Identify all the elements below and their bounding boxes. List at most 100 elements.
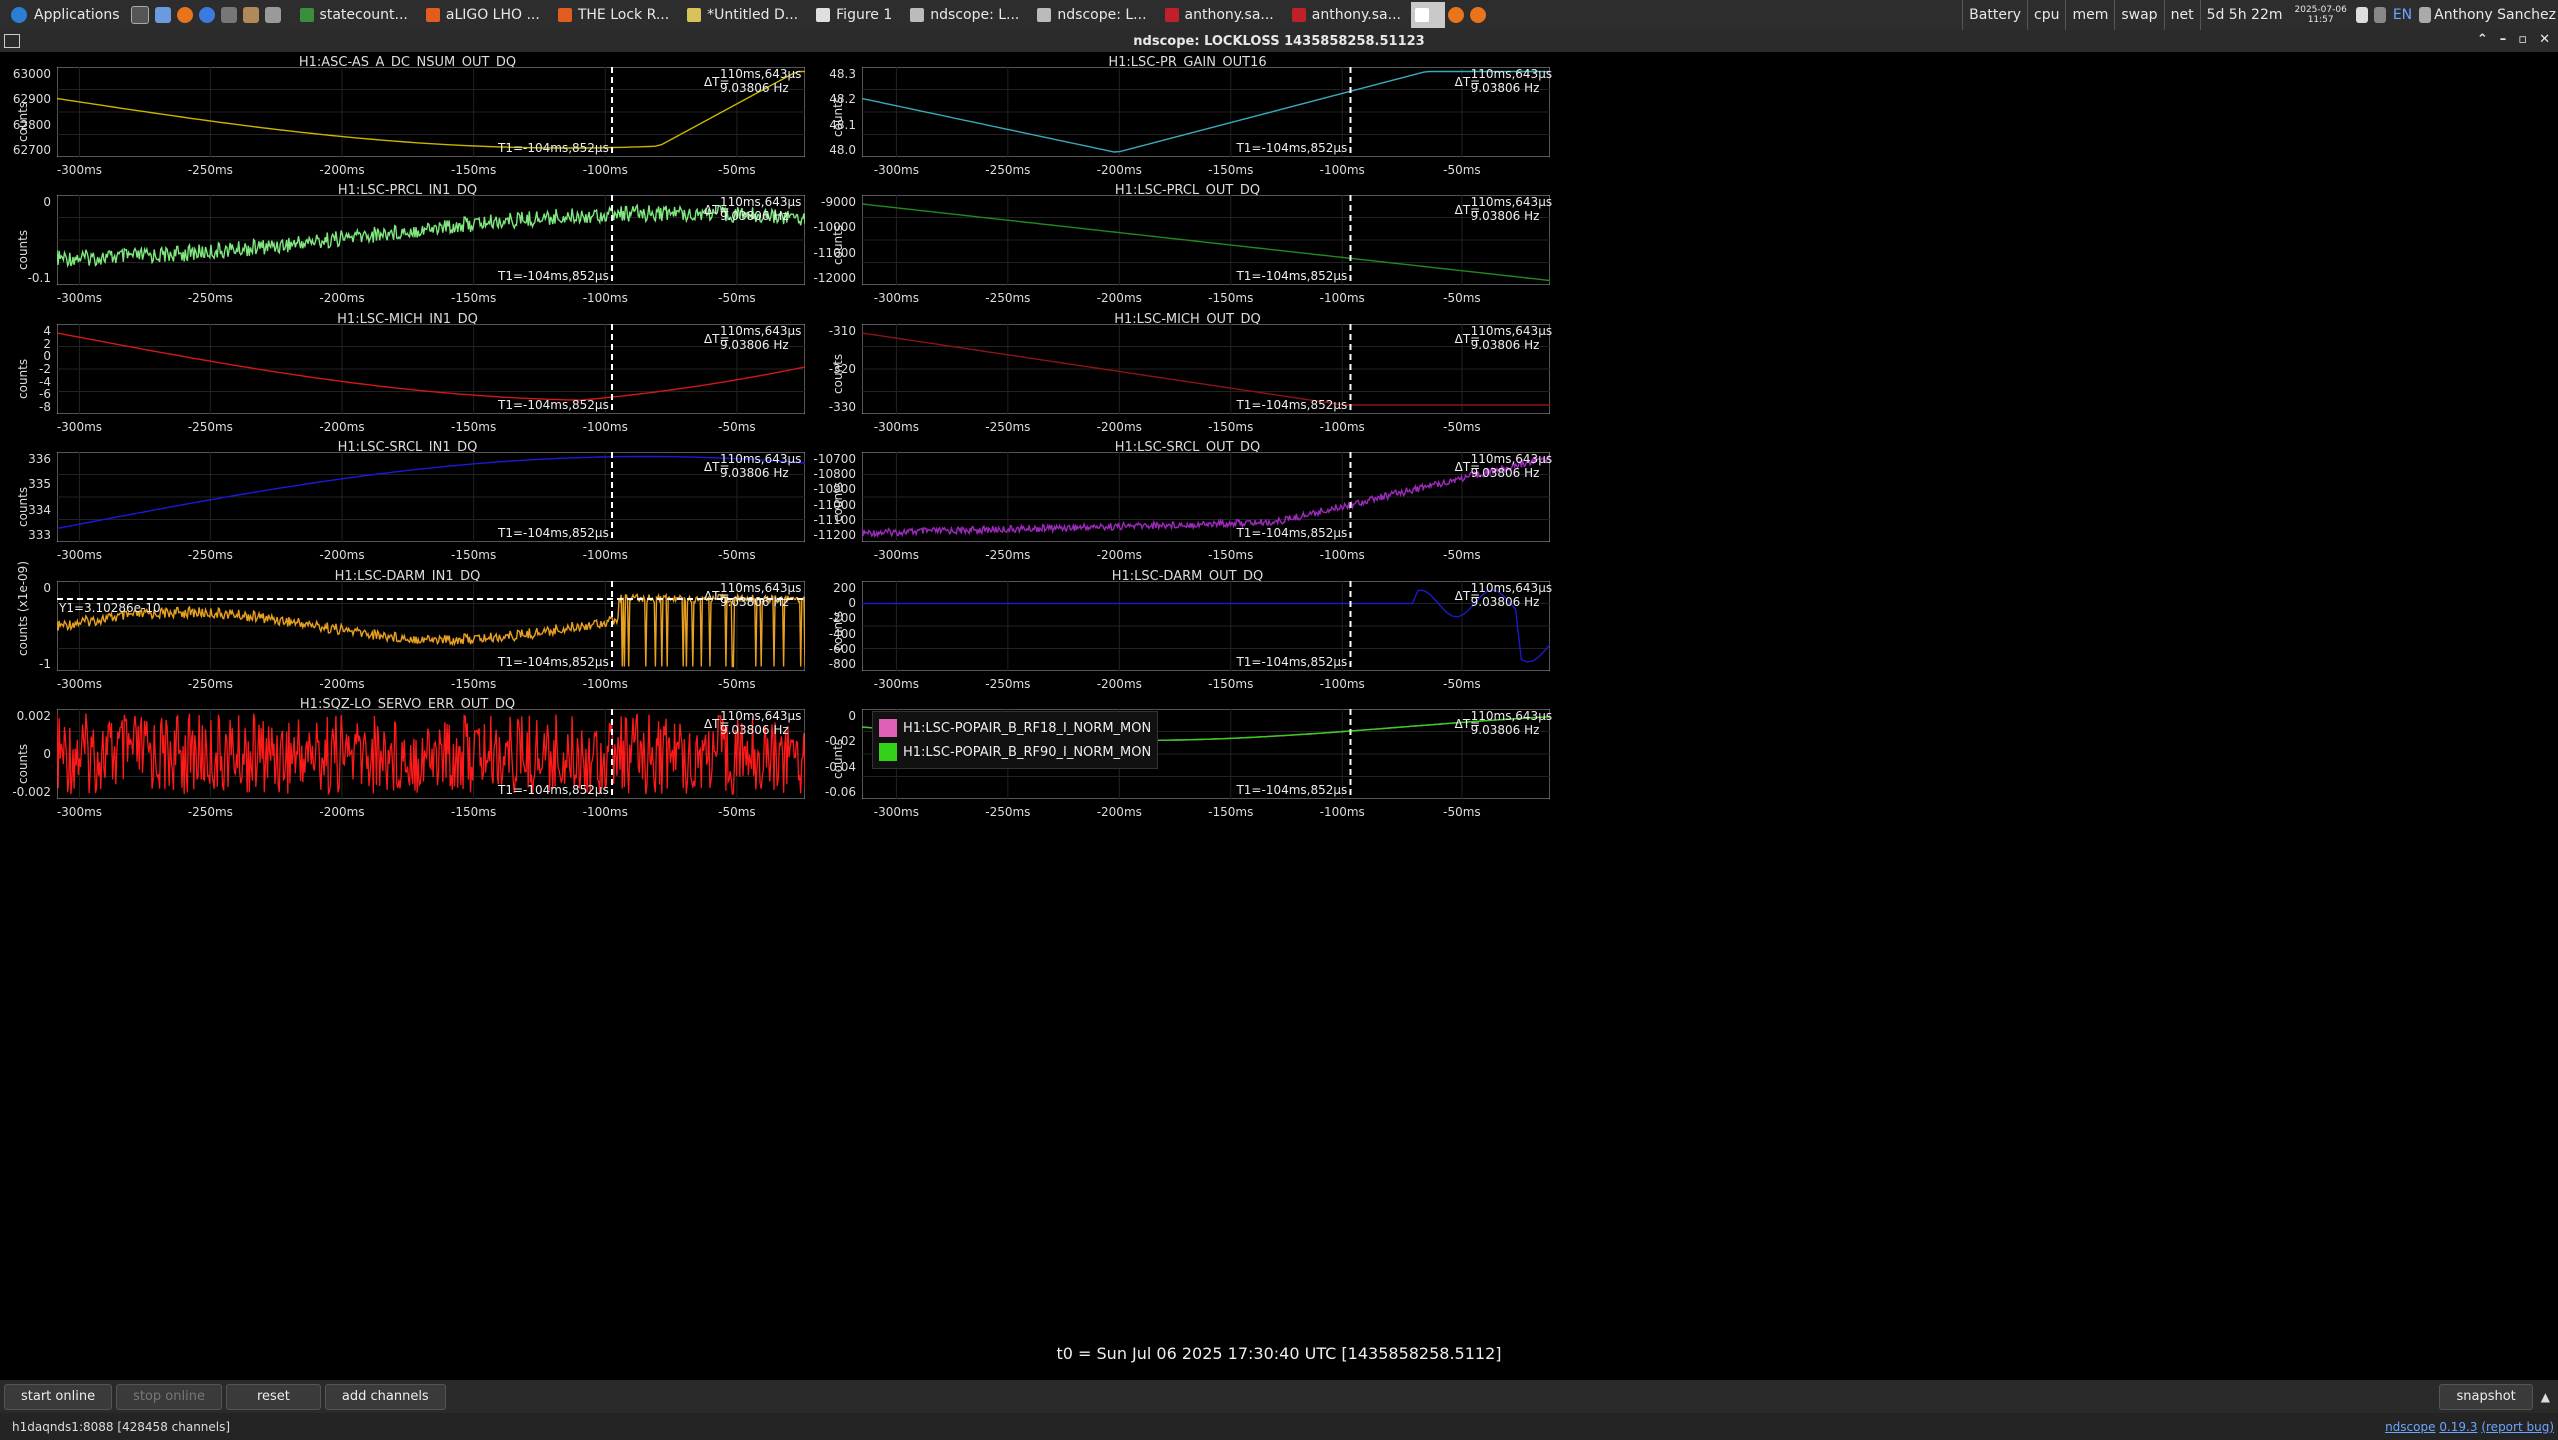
y-tick-label: 0.002 bbox=[16, 709, 51, 724]
snapshot-button[interactable]: snapshot bbox=[2439, 1383, 2533, 1410]
plot-7[interactable]: H1:LSC-SRCL_IN1_DQ counts 336 335 334 333 -300… bbox=[0, 440, 815, 568]
x-tick-label: -100ms bbox=[1319, 163, 1365, 177]
x-tick-label: -200ms bbox=[319, 163, 365, 177]
plot-grid[interactable]: H1:ASC-AS_A_DC_NSUM_OUT_DQ counts 63000 629… bbox=[0, 55, 2558, 1380]
plot-canvas[interactable] bbox=[57, 452, 805, 542]
plot-canvas[interactable] bbox=[57, 581, 805, 671]
clock-time: 11:57 bbox=[2307, 15, 2334, 25]
taskbar-window[interactable]: *Untitled D... bbox=[679, 2, 806, 28]
y-tick-label: 63000 bbox=[12, 67, 51, 82]
firefox-icon[interactable] bbox=[1469, 7, 1486, 23]
taskbar-window[interactable]: anthony.sa... bbox=[1157, 2, 1282, 28]
x-tick-label: -200ms bbox=[1096, 805, 1142, 819]
power-icon[interactable] bbox=[2355, 7, 2368, 23]
cpu-monitor[interactable]: cpu bbox=[2027, 0, 2065, 30]
x-tick-label: -250ms bbox=[985, 805, 1031, 819]
plot-legend[interactable]: H1:LSC-POPAIR_B_RF18_I_NORM_MON H1:LSC-PO… bbox=[872, 711, 1159, 769]
taskbar-window[interactable]: anthony.sa... bbox=[1284, 2, 1409, 28]
ndscope-link[interactable]: ndscope bbox=[2385, 1420, 2435, 1434]
battery-monitor[interactable]: Battery bbox=[1962, 0, 2027, 30]
clock[interactable]: 2025-07-06 11:57 bbox=[2289, 5, 2353, 25]
plot-canvas[interactable] bbox=[862, 324, 1550, 414]
add-channels-button[interactable]: add channels bbox=[324, 1383, 446, 1410]
plot-canvas[interactable] bbox=[57, 709, 805, 799]
y-tick-label: -310 bbox=[828, 324, 856, 339]
window-icon bbox=[557, 8, 572, 22]
terminal-icon[interactable] bbox=[130, 6, 149, 24]
plot-canvas[interactable] bbox=[862, 67, 1550, 157]
x-tick-label: -100ms bbox=[1319, 420, 1365, 434]
legend-label: H1:LSC-POPAIR_B_RF18_I_NORM_MON bbox=[903, 720, 1152, 736]
language-indicator[interactable]: EN bbox=[2389, 7, 2416, 23]
taskbar-window[interactable]: aLIGO LHO ... bbox=[418, 2, 548, 28]
applications-menu[interactable]: Applications bbox=[0, 0, 128, 30]
close-icon[interactable]: ✕ bbox=[2539, 32, 2550, 47]
plot-4[interactable]: H1:LSC-PRCL_OUT_DQ counts -9000 -10000 -1100… bbox=[813, 183, 1560, 311]
plot-11[interactable]: H1:SQZ-LO_SERVO_ERR_OUT_DQ counts 0.002 0 -0… bbox=[0, 697, 815, 827]
tools-icon[interactable] bbox=[242, 7, 259, 23]
plot-3[interactable]: H1:LSC-PRCL_IN1_DQ counts 0 -0.1 -300ms -250m… bbox=[0, 183, 815, 311]
legend-item[interactable]: H1:LSC-POPAIR_B_RF18_I_NORM_MON bbox=[879, 716, 1151, 740]
folder-icon[interactable] bbox=[154, 7, 171, 23]
version-link[interactable]: 0.19.3 bbox=[2439, 1420, 2477, 1434]
taskbar-window[interactable]: ndscope: L... bbox=[1029, 2, 1154, 28]
clock-date: 2025-07-06 bbox=[2294, 5, 2347, 15]
plot-canvas[interactable] bbox=[57, 195, 805, 285]
plot-1[interactable]: H1:ASC-AS_A_DC_NSUM_OUT_DQ counts 63000 629… bbox=[0, 55, 815, 183]
x-tick-label: -50ms bbox=[718, 677, 756, 691]
minimize-icon[interactable]: – bbox=[2500, 32, 2507, 47]
x-tick-label: -150ms bbox=[451, 163, 497, 177]
x-tick-label: -50ms bbox=[718, 548, 756, 562]
y-tick-label: 0 bbox=[848, 596, 856, 611]
t1-label: T1=-104ms,852µs bbox=[1236, 526, 1348, 540]
t1-label: T1=-104ms,852µs bbox=[498, 783, 609, 797]
taskbar-window[interactable]: ndscope: L... bbox=[902, 2, 1027, 28]
x-tick-label: -300ms bbox=[56, 163, 103, 177]
swap-monitor[interactable]: swap bbox=[2114, 0, 2163, 30]
report-bug-link[interactable]: (report bug) bbox=[2481, 1420, 2554, 1434]
window-icon bbox=[1037, 8, 1052, 22]
plot-8[interactable]: H1:LSC-SRCL_OUT_DQ counts -10700 -10800 -109… bbox=[813, 440, 1560, 568]
x-tick-label: -50ms bbox=[718, 291, 756, 305]
mem-monitor[interactable]: mem bbox=[2065, 0, 2114, 30]
firefox-icon[interactable] bbox=[1447, 7, 1464, 23]
x-tick-label: -200ms bbox=[319, 677, 365, 691]
taskbar-window[interactable]: statecount... bbox=[292, 2, 416, 28]
plot-2[interactable]: H1:LSC-PR_GAIN_OUT16 counts 48.3 48.2 48.1 48… bbox=[815, 55, 1560, 183]
share-icon[interactable] bbox=[220, 7, 237, 23]
window-menu-icon[interactable] bbox=[4, 34, 20, 48]
taskbar-window[interactable]: THE Lock R... bbox=[550, 2, 677, 28]
window-icon bbox=[1291, 8, 1306, 22]
firefox-icon[interactable] bbox=[176, 7, 193, 23]
reset-button[interactable]: reset bbox=[225, 1383, 321, 1410]
taskbar-window-active[interactable] bbox=[1410, 2, 1445, 28]
y-tick-label: -11200 bbox=[813, 527, 856, 542]
plot-canvas[interactable] bbox=[57, 324, 805, 414]
collapse-icon[interactable]: ▲ bbox=[2533, 1390, 2558, 1404]
maximize-icon[interactable]: ⌃ bbox=[2477, 32, 2488, 47]
x-tick-label: -50ms bbox=[1443, 163, 1481, 177]
editor-icon[interactable] bbox=[264, 7, 281, 23]
x-tick-label: -100ms bbox=[582, 420, 628, 434]
restore-icon[interactable]: ▫ bbox=[2518, 32, 2527, 47]
plot-5[interactable]: H1:LSC-MICH_IN1_DQ counts 4 2 0 -2 -4 -6 -8 -300m… bbox=[0, 312, 815, 440]
plot-canvas[interactable] bbox=[862, 195, 1550, 285]
net-monitor[interactable]: net bbox=[2163, 0, 2200, 30]
start-online-button[interactable]: start online bbox=[4, 1383, 113, 1410]
y-tick-label: -11000 bbox=[813, 497, 856, 512]
plot-9[interactable]: H1:LSC-DARM_IN1_DQ counts (x1e-09) 0 -1 -300… bbox=[0, 561, 815, 697]
plot-12[interactable]: counts 0 -0.02 -0.04 -0.06 -300ms -250ms -200ms… bbox=[815, 697, 1560, 827]
plot-6[interactable]: H1:LSC-MICH_OUT_DQ counts -310 -320 -330 -300… bbox=[815, 312, 1560, 440]
x-tick-label: -150ms bbox=[451, 420, 497, 434]
chrome-icon[interactable] bbox=[198, 7, 215, 23]
plot-10[interactable]: H1:LSC-DARM_OUT_DQ counts 200 0 -200 -400 -600… bbox=[815, 569, 1560, 697]
plot-canvas[interactable] bbox=[862, 452, 1550, 542]
taskbar-window-label: anthony.sa... bbox=[1311, 7, 1401, 23]
x-tick-label: -200ms bbox=[1096, 420, 1142, 434]
plot-canvas[interactable] bbox=[862, 581, 1550, 671]
taskbar-window[interactable]: Figure 1 bbox=[808, 2, 900, 28]
user-name[interactable]: Anthony Sanchez bbox=[2434, 7, 2558, 23]
legend-item[interactable]: H1:LSC-POPAIR_B_RF90_I_NORM_MON bbox=[879, 740, 1151, 764]
network-icon[interactable] bbox=[2373, 7, 2386, 23]
plot-canvas[interactable] bbox=[57, 67, 805, 157]
